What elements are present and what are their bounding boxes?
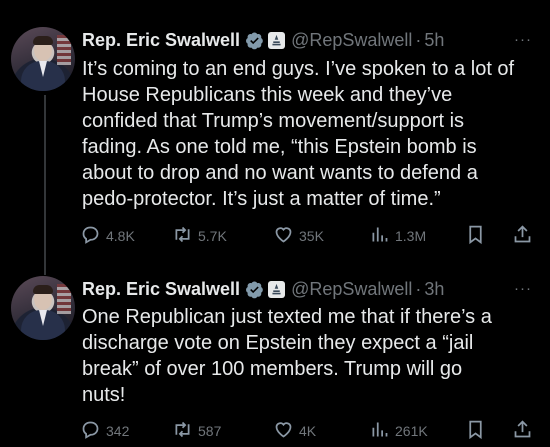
retweet-icon xyxy=(172,419,193,443)
view-count: 261K xyxy=(395,423,428,439)
views-button[interactable]: 261K xyxy=(369,418,428,444)
heart-icon xyxy=(273,419,294,443)
tweet-text: It’s coming to an end guys. I’ve spoken … xyxy=(82,56,532,212)
more-icon[interactable]: ··· xyxy=(514,31,532,48)
avatar[interactable] xyxy=(11,276,75,340)
author-handle[interactable]: @RepSwalwell xyxy=(291,279,412,300)
share-icon xyxy=(512,419,533,443)
reply-icon xyxy=(80,419,101,443)
author-name[interactable]: Rep. Eric Swalwell xyxy=(82,30,240,51)
like-count: 35K xyxy=(299,228,324,244)
like-button[interactable]: 35K xyxy=(273,223,324,249)
share-icon xyxy=(512,224,533,248)
government-badge-icon xyxy=(268,31,286,49)
separator-dot: · xyxy=(415,278,422,299)
verified-badge-icon xyxy=(245,280,264,299)
view-count: 1.3M xyxy=(395,228,427,244)
bookmark-button[interactable] xyxy=(465,418,486,444)
timestamp[interactable]: 5h xyxy=(424,30,444,51)
tweet-text-line: nuts! xyxy=(82,384,126,406)
retweet-button[interactable]: 587 xyxy=(172,418,221,444)
views-button[interactable]: 1.3M xyxy=(369,223,426,249)
tweet-text-line: break” of over 100 members. Trump will g… xyxy=(82,358,463,380)
views-icon xyxy=(369,419,390,443)
avatar[interactable] xyxy=(11,27,75,91)
share-button[interactable] xyxy=(512,223,533,249)
separator-dot: · xyxy=(415,29,422,50)
like-button[interactable]: 4K xyxy=(273,418,316,444)
author-name[interactable]: Rep. Eric Swalwell xyxy=(82,279,240,300)
bookmark-icon xyxy=(465,224,486,248)
reply-button[interactable]: 342 xyxy=(80,418,129,444)
author-handle[interactable]: @RepSwalwell xyxy=(291,30,412,51)
reply-button[interactable]: 4.8K xyxy=(80,223,135,249)
tweet-header: Rep. Eric Swalwell @RepSwalwell · 3h xyxy=(82,276,444,302)
verified-badge-icon xyxy=(245,31,264,50)
tweet-text-line: about to drop and no want wants to defen… xyxy=(82,162,478,184)
bookmark-button[interactable] xyxy=(465,223,486,249)
tweet-text-line: discharge vote on Epstein they expect a … xyxy=(82,332,474,354)
action-bar: 342 587 4K 261K xyxy=(80,418,542,444)
government-badge-icon xyxy=(268,280,286,298)
share-button[interactable] xyxy=(512,418,533,444)
tweet-text-line: It’s coming to an end guys. I’ve spoken … xyxy=(82,58,515,80)
reply-count: 4.8K xyxy=(106,228,135,244)
tweet-header: Rep. Eric Swalwell @RepSwalwell · 5h xyxy=(82,27,444,53)
more-icon[interactable]: ··· xyxy=(514,280,532,297)
views-icon xyxy=(369,224,390,248)
timestamp[interactable]: 3h xyxy=(424,279,444,300)
tweet[interactable]: Rep. Eric Swalwell @RepSwalwell · 3h ···… xyxy=(0,262,550,447)
tweet[interactable]: Rep. Eric Swalwell @RepSwalwell · 5h ···… xyxy=(0,0,550,262)
retweet-icon xyxy=(172,224,193,248)
reply-icon xyxy=(80,224,101,248)
tweet-text-line: confided that Trump’s movement/support i… xyxy=(82,110,465,132)
reply-count: 342 xyxy=(106,423,130,439)
tweet-text-line: One Republican just texted me that if th… xyxy=(82,306,492,328)
action-bar: 4.8K 5.7K 35K 1.3M xyxy=(80,223,542,249)
heart-icon xyxy=(273,224,294,248)
like-count: 4K xyxy=(299,423,317,439)
tweet-text-line: fading. As one told me, “this Epstein bo… xyxy=(82,136,477,158)
tweet-text: One Republican just texted me that if th… xyxy=(82,304,532,408)
retweet-count: 5.7K xyxy=(198,228,227,244)
retweet-count: 587 xyxy=(198,423,222,439)
tweet-text-line: House Republicans this week and they’ve xyxy=(82,84,453,106)
retweet-button[interactable]: 5.7K xyxy=(172,223,227,249)
bookmark-icon xyxy=(465,419,486,443)
tweet-text-line: pedo-protector. It’s just a matter of ti… xyxy=(82,188,441,210)
